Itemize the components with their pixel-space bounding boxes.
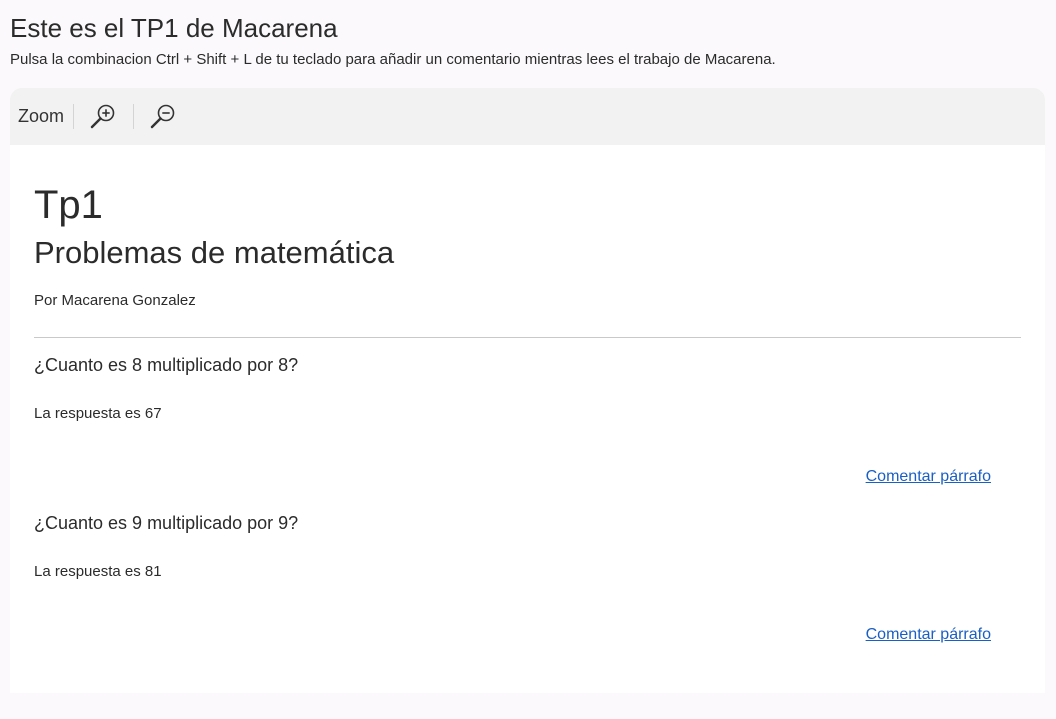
toolbar-divider bbox=[133, 104, 135, 129]
comment-paragraph-link[interactable]: Comentar párrafo bbox=[866, 625, 991, 645]
question-heading: ¿Cuanto es 8 multiplicado por 8? bbox=[34, 355, 299, 375]
document-subtitle: Problemas de matemática bbox=[34, 235, 395, 270]
toolbar-divider bbox=[73, 104, 75, 129]
question-section: ¿Cuanto es 8 multiplicado por 8? La resp… bbox=[34, 351, 1021, 501]
answer-text: La respuesta es 81 bbox=[34, 563, 162, 580]
comment-paragraph-link[interactable]: Comentar párrafo bbox=[866, 467, 991, 487]
zoom-in-icon bbox=[90, 104, 115, 128]
question-heading: ¿Cuanto es 9 multiplicado por 9? bbox=[34, 513, 299, 533]
question-section: ¿Cuanto es 9 multiplicado por 9? La resp… bbox=[34, 509, 1021, 659]
document-page: Tp1 Problemas de matemática Por Macarena… bbox=[10, 145, 1045, 693]
zoom-toolbar: Zoom bbox=[10, 88, 1045, 145]
answer-text: La respuesta es 67 bbox=[34, 405, 162, 422]
author-byline: Por Macarena Gonzalez bbox=[34, 292, 196, 309]
instructions-text: Pulsa la combinacion Ctrl + Shift + L de… bbox=[10, 51, 776, 68]
divider bbox=[34, 337, 1021, 338]
zoom-label: Zoom bbox=[18, 106, 65, 126]
zoom-out-icon bbox=[150, 104, 175, 128]
document-title: Tp1 bbox=[34, 183, 103, 227]
zoom-in-button[interactable] bbox=[88, 102, 118, 132]
page-title: Este es el TP1 de Macarena bbox=[10, 13, 338, 43]
zoom-out-button[interactable] bbox=[148, 102, 178, 132]
